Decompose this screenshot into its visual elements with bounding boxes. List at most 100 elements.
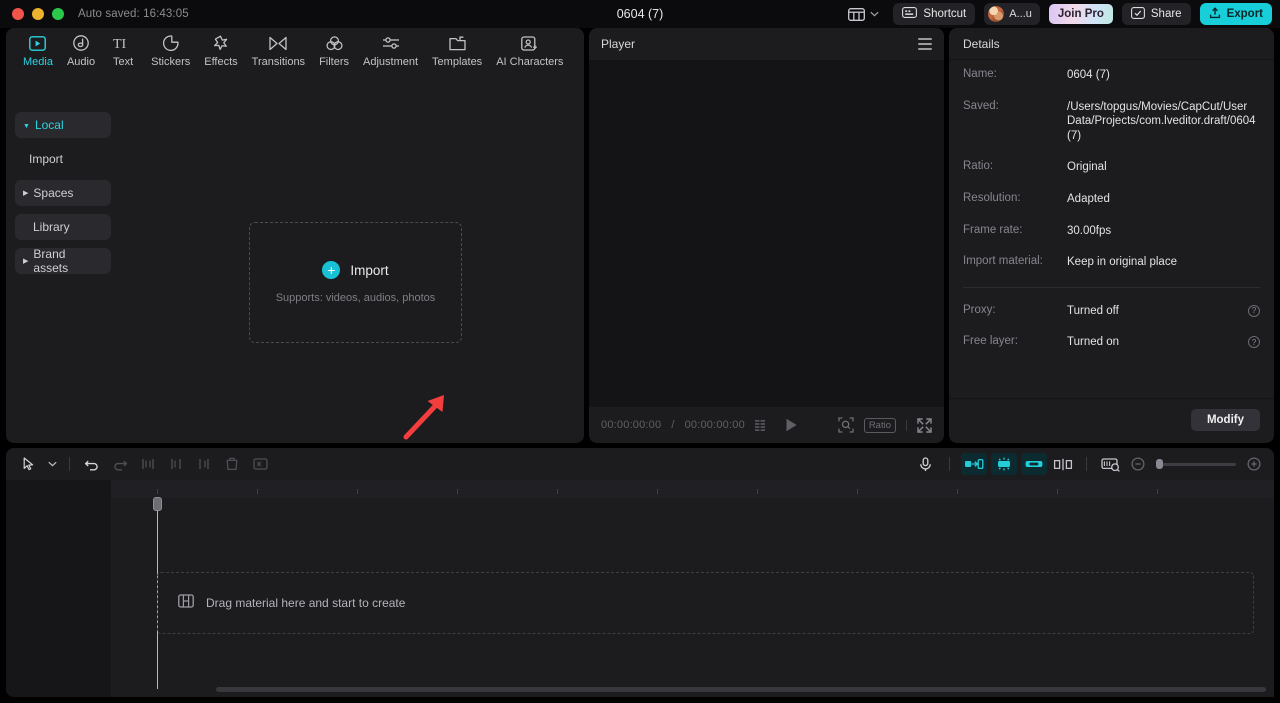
fullscreen-icon[interactable] <box>917 417 932 433</box>
layout-switch-button[interactable] <box>843 5 884 24</box>
trim-left-button[interactable] <box>163 453 189 475</box>
tab-text-label: Text <box>113 56 134 68</box>
maximize-window-button[interactable] <box>52 8 64 20</box>
minimize-window-button[interactable] <box>32 8 44 20</box>
sidebar-item-library[interactable]: Library <box>15 214 111 240</box>
timeline-ruler[interactable] <box>111 480 1274 498</box>
shortcut-label: Shortcut <box>923 8 967 20</box>
undo-button[interactable] <box>79 453 105 475</box>
import-dropzone[interactable]: + Import Supports: videos, audios, photo… <box>249 222 462 343</box>
help-circle-icon[interactable]: ? <box>1248 336 1260 349</box>
media-content-area: + Import Supports: videos, audios, photo… <box>120 104 584 443</box>
capcut-editor-window: Auto saved: 16:43:05 0604 (7) Shortcut A… <box>0 0 1280 703</box>
keyframe-in-button[interactable] <box>961 453 987 475</box>
auto-cut-button[interactable] <box>991 453 1017 475</box>
tab-media[interactable]: Media <box>16 29 60 73</box>
redo-button[interactable] <box>107 453 133 475</box>
detail-key: Saved: <box>963 99 999 112</box>
account-button[interactable]: A...u <box>984 3 1040 25</box>
tab-text[interactable]: TI Text <box>102 29 144 73</box>
timeline-zoom-slider[interactable] <box>1156 459 1236 469</box>
share-screen-icon <box>1130 6 1145 22</box>
timeline-panel: Drag material here and start to create <box>6 448 1274 697</box>
crop-button[interactable] <box>247 453 273 475</box>
detail-value[interactable]: Turned off <box>1067 304 1248 319</box>
keyboard-icon <box>902 7 918 21</box>
join-pro-button[interactable]: Join Pro <box>1048 4 1113 24</box>
tab-adjustment[interactable]: Adjustment <box>356 29 425 73</box>
svg-text:TI: TI <box>113 37 127 50</box>
timeline-drop-hint: Drag material here and start to create <box>206 596 406 610</box>
detail-row-free-layer: Free layer: Turned on ? <box>963 335 1260 350</box>
tab-audio[interactable]: Audio <box>60 29 102 73</box>
effects-sparkle-icon <box>212 34 229 52</box>
detail-value: 0604 (7) <box>1067 69 1110 81</box>
tab-transitions[interactable]: Transitions <box>245 29 312 73</box>
toolbar-divider <box>949 457 950 471</box>
delete-button[interactable] <box>219 453 245 475</box>
library-sidebar: ▼ Local Import ▶ Spaces Library ▶ Brand … <box>6 104 120 443</box>
detail-value[interactable]: Turned on <box>1067 335 1248 350</box>
sidebar-item-local[interactable]: ▼ Local <box>15 112 111 138</box>
player-stage[interactable] <box>589 60 944 407</box>
transitions-icon <box>269 34 288 52</box>
detail-row-frame-rate: Frame rate: 30.00fps <box>963 224 1260 239</box>
player-panel: Player 00:00:00:00 / 00:00:00:00 Ratio <box>589 28 944 443</box>
window-controls: Auto saved: 16:43:05 <box>0 8 189 20</box>
import-supports-label: Supports: videos, audios, photos <box>275 292 436 304</box>
detail-value: Keep in original place <box>1067 256 1177 269</box>
hamburger-menu-icon[interactable] <box>918 38 932 50</box>
help-circle-icon[interactable]: ? <box>1248 304 1260 317</box>
tab-filters[interactable]: Filters <box>312 29 356 73</box>
export-button[interactable]: Export <box>1199 3 1272 25</box>
time-separator: / <box>671 419 675 431</box>
timeline-dropzone[interactable]: Drag material here and start to create <box>157 572 1254 634</box>
sidebar-item-import[interactable]: Import <box>15 146 111 172</box>
tab-ai-characters[interactable]: AI Characters <box>489 29 570 73</box>
sidebar-item-spaces[interactable]: ▶ Spaces <box>15 180 111 206</box>
playhead-handle[interactable] <box>153 497 162 511</box>
zoom-in-button[interactable] <box>1244 453 1264 475</box>
record-voiceover-button[interactable] <box>912 453 938 475</box>
ratio-button[interactable]: Ratio <box>863 417 896 433</box>
split-button[interactable] <box>135 453 161 475</box>
panel-tab-strip: Media Audio TI Text Stickers Effects Tra… <box>6 28 584 74</box>
timeline-tools-left <box>16 453 273 475</box>
preview-render-button[interactable] <box>1098 453 1124 475</box>
import-label: Import <box>350 262 389 278</box>
main-area: Media Audio TI Text Stickers Effects Tra… <box>0 28 1280 443</box>
detail-value: Adapted <box>1067 192 1110 205</box>
timeline-horizontal-scrollbar[interactable] <box>216 687 1266 692</box>
clip-link-button[interactable] <box>1021 453 1047 475</box>
playlist-icon[interactable] <box>754 419 771 431</box>
share-button[interactable]: Share <box>1121 3 1191 25</box>
detail-value: 30.00fps <box>1067 224 1112 237</box>
details-header: Details <box>949 28 1274 60</box>
shortcut-button[interactable]: Shortcut <box>893 3 976 25</box>
media-icon <box>29 34 47 52</box>
zoom-slider-handle[interactable] <box>1156 459 1163 469</box>
trim-right-button[interactable] <box>191 453 217 475</box>
timeline-tools-right <box>912 453 1264 475</box>
export-label: Export <box>1226 8 1263 20</box>
close-window-button[interactable] <box>12 8 24 20</box>
modify-button[interactable]: Modify <box>1190 409 1260 431</box>
sidebar-item-brand-assets[interactable]: ▶ Brand assets <box>15 247 111 275</box>
select-pointer-tool[interactable] <box>16 453 42 475</box>
play-icon[interactable] <box>785 418 798 432</box>
mirror-button[interactable] <box>1051 453 1075 475</box>
caret-right-icon: ▶ <box>23 190 29 197</box>
timeline-canvas[interactable]: Drag material here and start to create <box>111 497 1274 697</box>
tab-effects[interactable]: Effects <box>197 29 244 73</box>
magnifier-frame-icon[interactable] <box>838 417 854 433</box>
library-panel: Media Audio TI Text Stickers Effects Tra… <box>6 28 584 443</box>
zoom-out-button[interactable] <box>1128 453 1148 475</box>
tab-stickers[interactable]: Stickers <box>144 29 197 73</box>
templates-icon <box>448 34 466 52</box>
tab-templates[interactable]: Templates <box>425 29 489 73</box>
scrollbar-thumb[interactable] <box>216 687 1266 692</box>
detail-row-proxy: Proxy: Turned off ? <box>963 304 1260 319</box>
player-header: Player <box>589 28 944 60</box>
select-dropdown[interactable] <box>44 453 60 475</box>
detail-row-import-material: Import material: Keep in original place <box>963 255 1260 270</box>
